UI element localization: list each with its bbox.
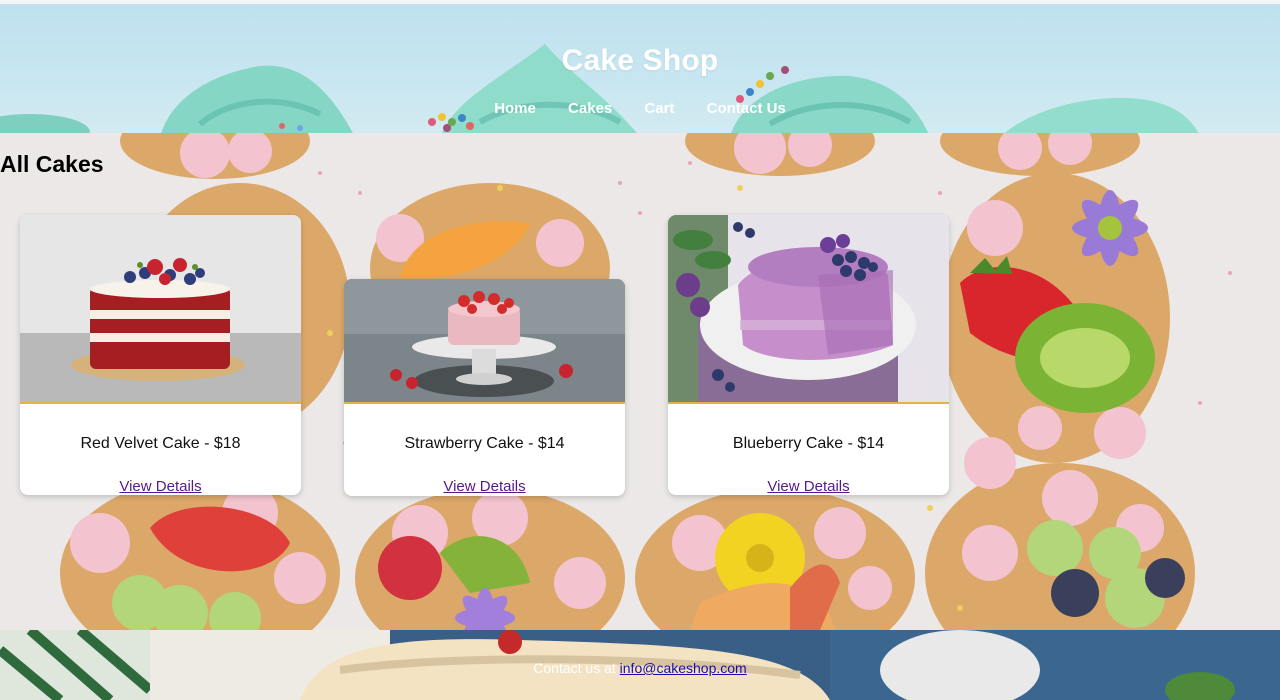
cake-name: Red Velvet Cake - $18 [80,435,241,452]
cake-name: Strawberry Cake - $14 [404,435,565,452]
cake-name: Blueberry Cake - $14 [732,435,885,452]
view-details-link[interactable]: View Details [668,478,949,495]
cake-card: Blueberry Cake - $14 View Details [668,215,949,495]
cakes-section: All Cakes Red Velvet Cake - $18 View Det… [0,133,1280,630]
nav-contact-link[interactable]: Contact Us [707,100,786,117]
nav-cart-link[interactable]: Cart [644,100,674,117]
red-velvet-cake-image [20,215,301,404]
view-details-link[interactable]: View Details [344,478,625,495]
section-title: All Cakes [0,151,104,177]
footer-contact: Contact us at info@cakeshop.com [0,660,1280,676]
nav-cakes-link[interactable]: Cakes [568,100,612,117]
footer-contact-label: Contact us at [533,660,616,676]
site-footer: Contact us at info@cakeshop.com [0,630,1280,700]
cake-card: Strawberry Cake - $14 View Details [344,279,625,496]
cake-card: Red Velvet Cake - $18 View Details [20,215,301,495]
view-details-link[interactable]: View Details [20,478,301,495]
main-nav: Home Cakes Cart Contact Us [0,100,1280,117]
site-header: Cake Shop Home Cakes Cart Contact Us [0,0,1280,133]
nav-home-link[interactable]: Home [494,100,536,117]
site-title: Cake Shop [561,44,719,77]
footer-email-link[interactable]: info@cakeshop.com [620,660,747,676]
blueberry-cake-image [668,215,949,404]
strawberry-cake-image [344,279,625,404]
